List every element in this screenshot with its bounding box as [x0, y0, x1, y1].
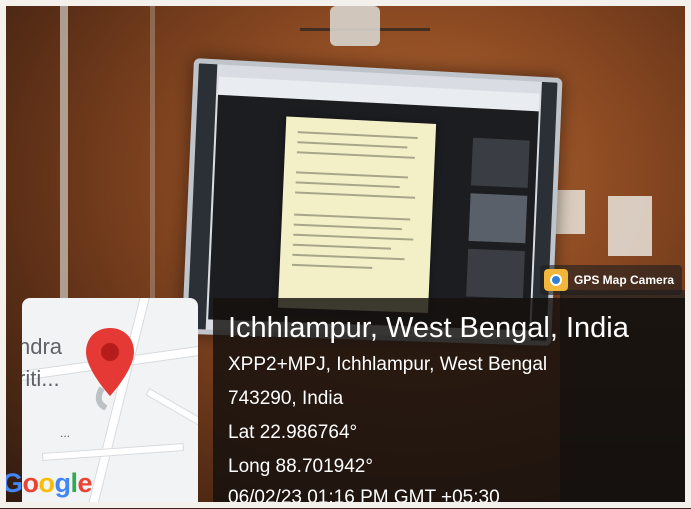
camera-app-icon [544, 269, 568, 291]
latitude: Lat 22.986764° [228, 422, 357, 444]
wall-conduit [150, 0, 155, 298]
projector-mount [330, 6, 380, 46]
participant-tile [469, 193, 528, 243]
board-screen [208, 77, 539, 331]
map-pin-icon [84, 326, 136, 410]
timestamp: 06/02/23 01:16 PM GMT +05:30 [228, 487, 500, 509]
browser-bar [218, 77, 539, 112]
wall-pipe [60, 0, 68, 300]
gps-camera-badge: GPS Map Camera [540, 265, 682, 295]
map-more-label: ... [60, 426, 70, 440]
place-title: Ichhlampur, West Bengal, India [228, 312, 629, 345]
google-logo: Google [2, 468, 92, 499]
wall-poster [608, 196, 652, 256]
camera-app-label: GPS Map Camera [574, 273, 674, 287]
map-place-label: ndra [22, 334, 62, 360]
participant-tile [471, 138, 530, 188]
map-place-label: riti... [22, 366, 60, 392]
location-info-panel: Ichhlampur, West Bengal, India XPP2+MPJ,… [213, 298, 691, 508]
participant-tile [466, 249, 525, 299]
wall-notice-paper [553, 190, 585, 234]
address-line-1: XPP2+MPJ, Ichhlampur, West Bengal [228, 354, 547, 376]
shared-document [278, 116, 436, 313]
longitude: Long 88.701942° [228, 456, 373, 478]
address-line-2: 743290, India [228, 388, 343, 410]
